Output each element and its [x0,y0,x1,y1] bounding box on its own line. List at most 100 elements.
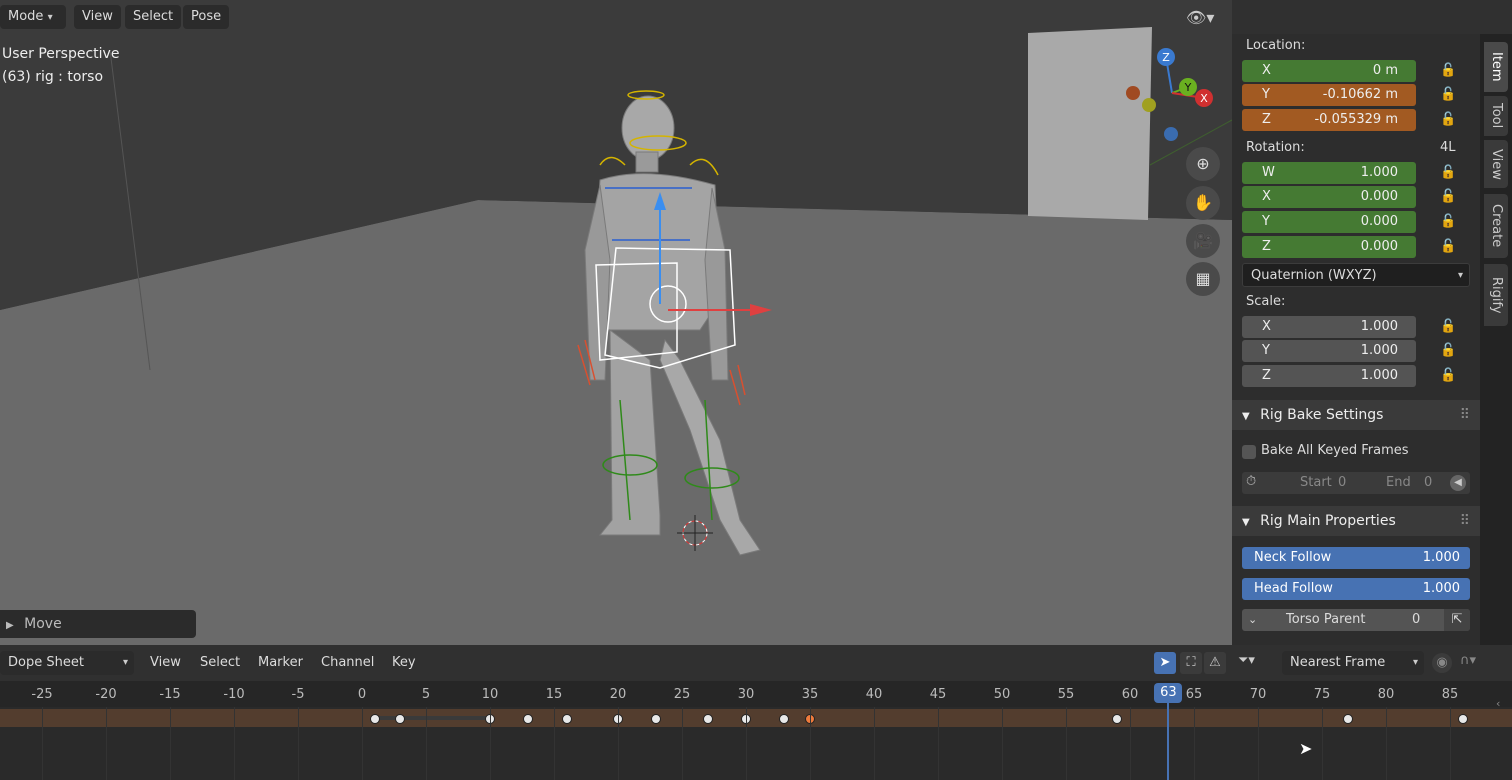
chevron-left-icon[interactable]: ‹ [1496,697,1500,710]
tab-item[interactable]: Item [1484,42,1508,92]
dope-menu-key[interactable]: Key [384,651,424,675]
filter-icon[interactable]: ⏷▾ [1238,653,1255,668]
field-value: 0.000 [1360,214,1398,229]
location-y-field[interactable]: Y -0.10662 m [1242,84,1416,106]
drag-handle-icon[interactable]: ⠿ [1460,506,1470,536]
menu-select[interactable]: Select [125,5,182,29]
tab-tool[interactable]: Tool [1484,96,1508,136]
viewport-scene[interactable]: Z Y X [0,0,1232,645]
keyframe[interactable] [1112,714,1123,724]
visibility-icon[interactable]: 👁▾ [1186,8,1214,27]
rotation-x-field[interactable]: X 0.000 [1242,186,1416,208]
keyframe[interactable] [1457,714,1468,724]
rotation-y-field[interactable]: Y 0.000 [1242,211,1416,233]
lock-icon[interactable]: 🔓 [1440,365,1458,387]
keyframe[interactable] [651,714,662,724]
dope-sheet-editor[interactable]: Dope Sheet ▾ View Select Marker Channel K… [0,645,1512,780]
tab-view[interactable]: View [1484,140,1508,188]
summary-channel-row[interactable] [0,709,1512,727]
dope-menu-select[interactable]: Select [192,651,248,675]
menu-pose[interactable]: Pose [183,5,230,29]
only-selected-icon[interactable]: ➤ [1154,652,1176,674]
rotation-mode-dropdown[interactable]: Quaternion (WXYZ) ▾ [1242,263,1470,287]
end-field[interactable]: 0 [1424,472,1432,494]
keyframe[interactable] [702,714,713,724]
current-frame-indicator[interactable]: 63 [1154,683,1183,703]
bake-all-label: Bake All Keyed Frames [1261,443,1409,458]
scale-z-field[interactable]: Z 1.000 [1242,365,1416,387]
neck-follow-slider[interactable]: Neck Follow 1.000 [1242,547,1470,569]
location-x-field[interactable]: X 0 m [1242,60,1416,82]
axis-label: Z [1262,368,1271,383]
3d-viewport[interactable]: Z Y X Mode ▾ View Select Pose 👁▾ ⤢ ▾ ◐ ▾… [0,0,1232,645]
pan-hand-icon[interactable]: ✋ [1186,186,1220,220]
scale-label: Scale: [1246,294,1286,309]
menu-view[interactable]: View [74,5,121,29]
start-field[interactable]: 0 [1338,472,1346,494]
dope-menu-channel[interactable]: Channel [313,651,382,675]
keyframe[interactable] [523,714,534,724]
lock-icon[interactable]: 🔓 [1440,109,1458,131]
lock-icon[interactable]: 🔓 [1440,316,1458,338]
keyframe[interactable] [561,714,572,724]
frame-tick-label: 0 [357,687,367,702]
field-value: 0 m [1372,63,1398,78]
scale-x-field[interactable]: X 1.000 [1242,316,1416,338]
slider-label: Neck Follow [1254,550,1332,565]
frame-ruler[interactable]: -25 -20 -15 -10 -5 0 5 10 15 20 25 30 35 40 45 50 55 60 65… [0,681,1512,707]
sidebar-item-panel: Location: X 0 m 🔓 Y -0.10662 m 🔓 Z -0.05532… [1232,34,1480,645]
frame-grid-line [1066,707,1067,780]
lock-icon[interactable]: 🔓 [1440,236,1458,258]
rotation-lock-4l[interactable]: 4L [1440,140,1456,155]
keyframe[interactable] [369,714,380,724]
errors-warning-icon[interactable]: ⚠ [1204,652,1226,674]
proportional-edit-icon[interactable]: ◉ [1432,653,1452,673]
keyframe[interactable] [779,714,790,724]
rotation-w-field[interactable]: W 1.000 [1242,162,1416,184]
backdrop-card [1028,27,1152,220]
keyframe[interactable] [395,714,406,724]
show-hidden-icon[interactable]: ⛶ [1180,652,1202,674]
lock-icon[interactable]: 🔓 [1440,60,1458,82]
snap-mode-dropdown[interactable]: Nearest Frame ▾ [1282,651,1424,675]
bake-all-checkbox[interactable] [1242,445,1256,459]
rig-bake-settings-header[interactable]: ▼ Rig Bake Settings ⠿ [1232,400,1480,430]
torso-parent-value: 0 [1412,612,1421,627]
tab-create[interactable]: Create [1484,194,1508,258]
tab-rigify[interactable]: Rigify [1484,264,1508,326]
ortho-grid-icon[interactable]: ▦ [1186,262,1220,296]
frame-grid-line [362,707,363,780]
lock-icon[interactable]: 🔓 [1440,340,1458,362]
rotation-z-field[interactable]: Z 0.000 [1242,236,1416,258]
rig-main-properties-header[interactable]: ▼ Rig Main Properties ⠿ [1232,506,1480,536]
torso-parent-field[interactable]: ⌄ Torso Parent 0 ⇱ [1242,609,1470,631]
mode-label: Mode [8,9,44,24]
dope-menu-marker[interactable]: Marker [250,651,311,675]
frame-grid-line [42,707,43,780]
lock-icon[interactable]: 🔓 [1440,162,1458,184]
keyframe[interactable] [1342,714,1353,724]
bake-arrow-icon[interactable]: ◀ [1450,475,1466,491]
head-follow-slider[interactable]: Head Follow 1.000 [1242,578,1470,600]
frame-tick-label: -20 [95,687,117,702]
chevron-down-icon: ▼ [1242,411,1250,422]
zoom-icon[interactable]: ⊕ [1186,147,1220,181]
stopwatch-icon[interactable]: ⏱ [1246,474,1256,489]
lock-icon[interactable]: 🔓 [1440,186,1458,208]
hold-bar [376,716,491,720]
camera-icon[interactable]: 🎥 [1186,224,1220,258]
last-operator-panel[interactable]: ▶ Move [0,610,196,638]
mode-dropdown[interactable]: Mode ▾ [0,5,66,29]
field-value: 1.000 [1360,343,1398,358]
lock-icon[interactable]: 🔓 [1440,84,1458,106]
drag-handle-icon[interactable]: ⠿ [1460,400,1470,430]
scale-y-field[interactable]: Y 1.000 [1242,340,1416,362]
falloff-curve-icon[interactable]: ∩▾ [1460,653,1476,668]
editor-type-dropdown[interactable]: Dope Sheet ▾ [0,651,134,675]
frame-grid-line [1386,707,1387,780]
lock-icon[interactable]: 🔓 [1440,211,1458,233]
snap-icon[interactable]: ⇱ [1444,609,1470,631]
location-z-field[interactable]: Z -0.055329 m [1242,109,1416,131]
dope-menu-view[interactable]: View [142,651,189,675]
snap-mode-label: Nearest Frame [1290,655,1386,670]
